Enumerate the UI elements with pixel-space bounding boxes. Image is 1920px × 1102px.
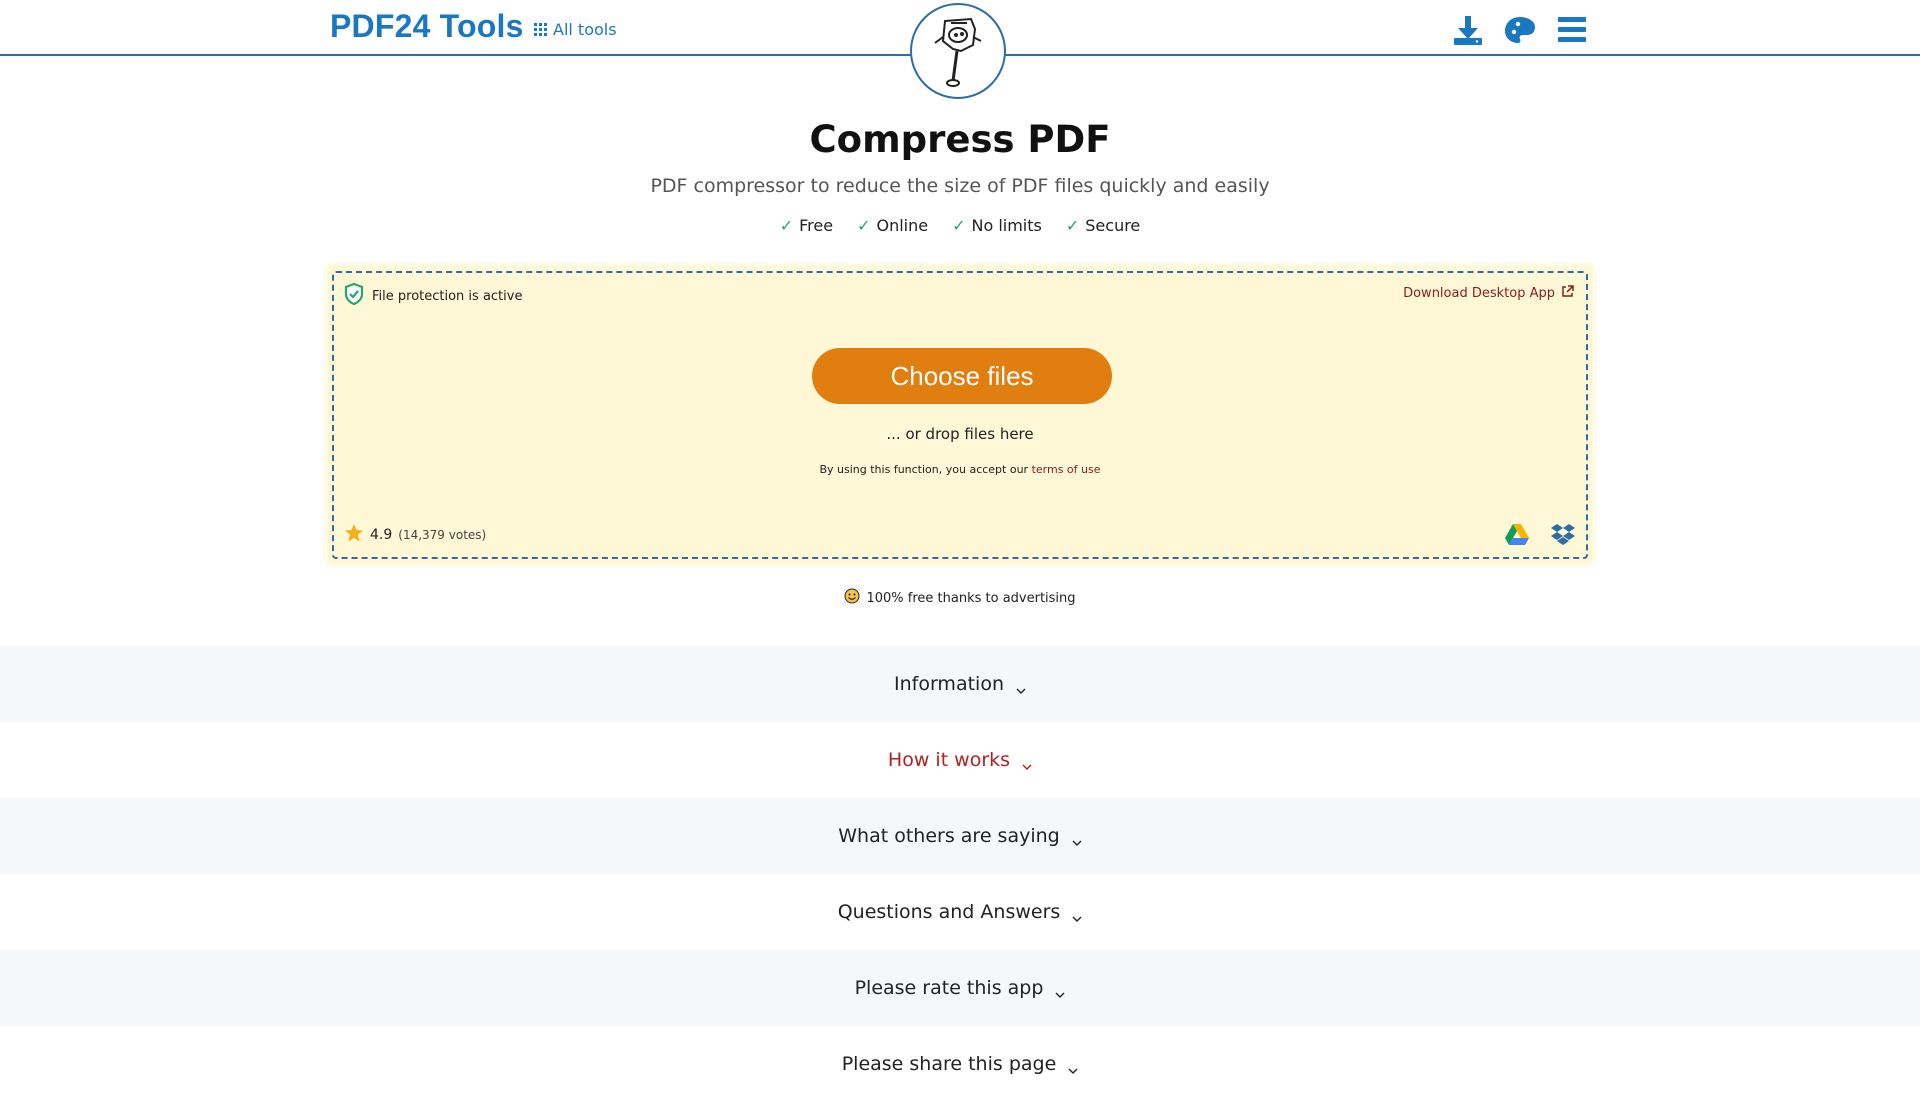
chevron-down-icon — [1055, 983, 1065, 998]
download-icon[interactable] — [1450, 12, 1486, 48]
section-label: Questions and Answers — [837, 901, 1061, 923]
download-desktop-app-link[interactable]: Download Desktop App — [1403, 285, 1574, 302]
terms-of-use-link[interactable]: terms of use — [1032, 463, 1101, 476]
check-icon: ✓ — [952, 216, 966, 235]
terms-prefix: By using this function, you accept our — [819, 463, 1032, 476]
rating-value: 4.9 — [370, 527, 393, 543]
section-rate-this-app[interactable]: Please rate this app — [0, 950, 1920, 1026]
check-icon: ✓ — [1065, 216, 1080, 235]
rating-votes: (14,379 votes) — [398, 528, 487, 542]
section-label: What others are saying — [838, 825, 1060, 847]
section-how-it-works[interactable]: How it works — [0, 722, 1920, 798]
feature-item: ✓ Online — [857, 216, 929, 235]
external-link-icon — [1561, 285, 1574, 302]
rating-summary: 4.9 (14,379 votes) — [344, 523, 486, 547]
section-questions-and-answers[interactable]: Questions and Answers — [0, 874, 1920, 950]
all-tools-link[interactable]: All tools — [534, 20, 617, 39]
chevron-down-icon — [1072, 831, 1082, 846]
google-drive-icon[interactable] — [1504, 523, 1530, 547]
check-icon: ✓ — [857, 216, 871, 235]
check-icon: ✓ — [779, 216, 794, 235]
info-accordion: Information How it works What others are… — [0, 646, 1920, 1102]
feature-item: ✓ Secure — [1065, 216, 1141, 235]
section-information[interactable]: Information — [0, 646, 1920, 722]
chevron-down-icon — [1068, 1059, 1078, 1074]
all-tools-label: All tools — [553, 20, 617, 39]
mascot-icon — [910, 3, 1006, 99]
star-icon — [344, 523, 364, 547]
section-label: Please share this page — [841, 1053, 1057, 1075]
hamburger-menu-icon[interactable] — [1554, 12, 1590, 48]
terms-notice: By using this function, you accept our t… — [334, 463, 1586, 476]
grid-icon — [534, 23, 547, 36]
choose-files-button[interactable]: Choose files — [812, 348, 1112, 404]
section-label: How it works — [887, 749, 1011, 771]
chevron-down-icon — [1022, 755, 1032, 770]
page-title: Compress PDF — [809, 118, 1111, 161]
section-label: Please rate this app — [854, 977, 1044, 999]
dropbox-icon[interactable] — [1550, 523, 1576, 547]
page-subtitle: PDF compressor to reduce the size of PDF… — [650, 175, 1270, 197]
feature-list: ✓ Free ✓ Online ✓ No limits ✓ Secure — [0, 216, 1920, 235]
section-share-this-page[interactable]: Please share this page — [0, 1026, 1920, 1102]
chevron-down-icon — [1072, 907, 1082, 922]
free-ad-note: 100% free thanks to advertising — [0, 588, 1920, 608]
drop-files-hint: ... or drop files here — [886, 425, 1034, 443]
file-protection-status: File protection is active — [344, 282, 523, 309]
brand-logo[interactable]: PDF24 Tools — [330, 8, 524, 45]
desktop-app-label: Download Desktop App — [1403, 286, 1555, 301]
palette-icon[interactable] — [1502, 12, 1538, 48]
feature-item: ✓ Free — [779, 216, 834, 235]
feature-item: ✓ No limits — [952, 216, 1042, 235]
shield-check-icon — [344, 282, 364, 309]
upload-panel: File protection is active Download Deskt… — [327, 266, 1593, 564]
header-icon-group — [1450, 12, 1590, 48]
smiley-icon — [844, 588, 860, 608]
chevron-down-icon — [1016, 679, 1026, 694]
file-drop-zone[interactable]: File protection is active Download Deskt… — [332, 271, 1588, 559]
section-what-others-are-saying[interactable]: What others are saying — [0, 798, 1920, 874]
protection-label: File protection is active — [372, 288, 523, 304]
section-label: Information — [894, 673, 1004, 695]
cloud-import-group — [1504, 523, 1576, 547]
free-note-text: 100% free thanks to advertising — [866, 590, 1076, 606]
